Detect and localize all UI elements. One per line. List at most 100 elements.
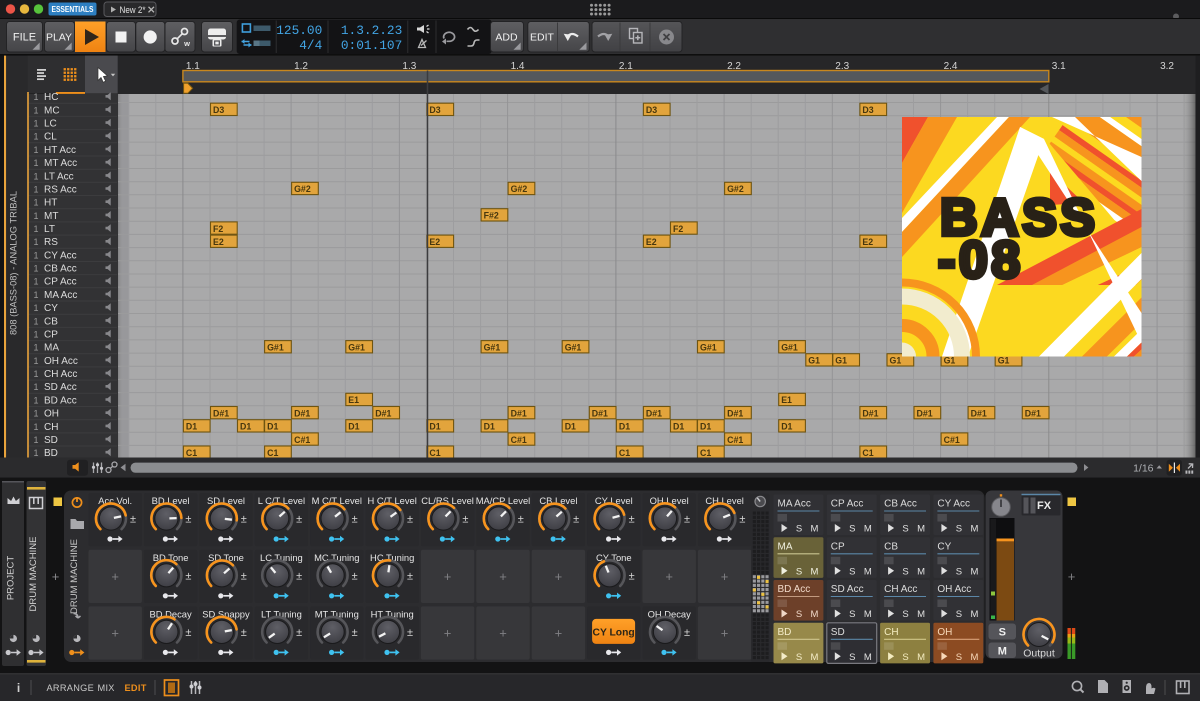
svg-text:1: 1 xyxy=(33,395,38,405)
svg-text:OH Acc: OH Acc xyxy=(44,356,78,367)
svg-text:M: M xyxy=(864,609,872,620)
svg-text:D#1: D#1 xyxy=(917,408,933,418)
svg-text:±: ± xyxy=(739,514,745,526)
svg-text:ESSENTIALS: ESSENTIALS xyxy=(52,4,94,14)
svg-text:1: 1 xyxy=(33,250,38,260)
svg-text:±: ± xyxy=(629,570,635,582)
svg-text:1.3.2.23: 1.3.2.23 xyxy=(341,23,402,38)
svg-text:±: ± xyxy=(241,570,247,582)
svg-text:±: ± xyxy=(684,514,690,526)
svg-text:RS: RS xyxy=(44,237,58,248)
svg-text:S: S xyxy=(956,566,962,577)
svg-text:1/16: 1/16 xyxy=(1133,462,1154,474)
svg-text:ARRANGE: ARRANGE xyxy=(47,683,95,693)
svg-text:OH Acc: OH Acc xyxy=(937,584,971,595)
svg-text:D#1: D#1 xyxy=(727,408,743,418)
svg-text:FILE: FILE xyxy=(13,32,36,44)
svg-text:BD: BD xyxy=(778,627,792,638)
svg-text:D#1: D#1 xyxy=(294,408,310,418)
svg-text:±: ± xyxy=(241,627,247,639)
svg-text:±: ± xyxy=(352,627,358,639)
svg-text:D#1: D#1 xyxy=(592,408,608,418)
svg-text:D#1: D#1 xyxy=(213,408,229,418)
svg-text:S: S xyxy=(902,652,908,663)
svg-text:G#1: G#1 xyxy=(565,343,582,353)
svg-text:Output: Output xyxy=(1023,648,1055,660)
svg-text:S: S xyxy=(902,609,908,620)
svg-text:1: 1 xyxy=(33,119,38,129)
svg-text:±: ± xyxy=(185,514,191,526)
svg-text:MC: MC xyxy=(44,105,60,116)
svg-text:±: ± xyxy=(462,514,468,526)
svg-text:D#1: D#1 xyxy=(511,408,527,418)
svg-text:D3: D3 xyxy=(213,105,224,115)
svg-text:S: S xyxy=(849,609,855,620)
svg-text:CH: CH xyxy=(884,627,898,638)
svg-text:1: 1 xyxy=(33,211,38,221)
svg-text:G1: G1 xyxy=(944,356,956,366)
svg-text:S: S xyxy=(849,566,855,577)
svg-text:G#2: G#2 xyxy=(727,184,744,194)
svg-text:±: ± xyxy=(296,570,302,582)
svg-text:D1: D1 xyxy=(673,422,684,432)
svg-text:CY Acc: CY Acc xyxy=(937,499,970,510)
svg-text:DRUM MACHINE: DRUM MACHINE xyxy=(28,537,39,612)
svg-text:1.3: 1.3 xyxy=(402,61,416,72)
svg-text:1: 1 xyxy=(33,145,38,155)
svg-text:D#1: D#1 xyxy=(1025,408,1041,418)
svg-text:DRUM MACHINE: DRUM MACHINE xyxy=(69,539,80,614)
svg-text:M: M xyxy=(917,652,925,663)
svg-text:+: + xyxy=(444,569,452,584)
svg-text:1: 1 xyxy=(33,264,38,274)
svg-text:G#1: G#1 xyxy=(484,343,501,353)
svg-text:G#1: G#1 xyxy=(781,343,798,353)
svg-text:1.4: 1.4 xyxy=(511,61,525,72)
svg-text:MA Acc: MA Acc xyxy=(44,290,77,301)
svg-text:±: ± xyxy=(407,514,413,526)
svg-text:+: + xyxy=(111,626,119,641)
svg-text:SD Acc: SD Acc xyxy=(831,584,864,595)
svg-text:G1: G1 xyxy=(808,356,820,366)
svg-text:1.2: 1.2 xyxy=(294,61,308,72)
svg-text:BD Acc: BD Acc xyxy=(778,584,811,595)
svg-text:CP: CP xyxy=(44,330,58,341)
svg-text:C#1: C#1 xyxy=(727,435,743,445)
svg-text:C#1: C#1 xyxy=(944,435,960,445)
svg-text:1: 1 xyxy=(33,92,38,102)
svg-text:PROJECT: PROJECT xyxy=(5,556,16,601)
svg-text:S: S xyxy=(902,566,908,577)
svg-text:C1: C1 xyxy=(186,448,197,458)
svg-text:S: S xyxy=(956,524,962,535)
svg-text:D3: D3 xyxy=(646,105,657,115)
svg-text:CH Acc: CH Acc xyxy=(44,369,77,380)
svg-text:808 (BASS-08) - ANALOG TRIBAL: 808 (BASS-08) - ANALOG TRIBAL xyxy=(9,191,19,335)
svg-text:E2: E2 xyxy=(213,237,224,247)
svg-text:D#1: D#1 xyxy=(971,408,987,418)
svg-text:CB: CB xyxy=(44,316,58,327)
svg-text:D1: D1 xyxy=(240,422,251,432)
svg-text:D#1: D#1 xyxy=(646,408,662,418)
svg-text:1: 1 xyxy=(33,105,38,115)
svg-text:F#2: F#2 xyxy=(484,211,499,221)
svg-text:2.4: 2.4 xyxy=(944,61,958,72)
svg-text:1: 1 xyxy=(33,198,38,208)
svg-text:±: ± xyxy=(573,514,579,526)
svg-text:C1: C1 xyxy=(429,448,440,458)
svg-text:i: i xyxy=(17,681,20,695)
svg-text:D#1: D#1 xyxy=(375,408,391,418)
svg-text:HT Acc: HT Acc xyxy=(44,145,76,156)
svg-text:D1: D1 xyxy=(267,422,278,432)
svg-text:CY Acc: CY Acc xyxy=(44,250,77,261)
svg-text:1: 1 xyxy=(33,330,38,340)
svg-text:MA: MA xyxy=(44,343,59,354)
svg-text:±: ± xyxy=(407,570,413,582)
svg-text:±: ± xyxy=(185,627,191,639)
svg-text:C1: C1 xyxy=(862,448,873,458)
svg-text:LT: LT xyxy=(44,224,55,235)
svg-text:S: S xyxy=(796,609,802,620)
svg-text:MA Acc: MA Acc xyxy=(778,499,811,510)
svg-text:G1: G1 xyxy=(998,356,1010,366)
svg-text:CB: CB xyxy=(884,541,898,552)
svg-text:CP Acc: CP Acc xyxy=(831,499,864,510)
svg-text:±: ± xyxy=(130,514,136,526)
